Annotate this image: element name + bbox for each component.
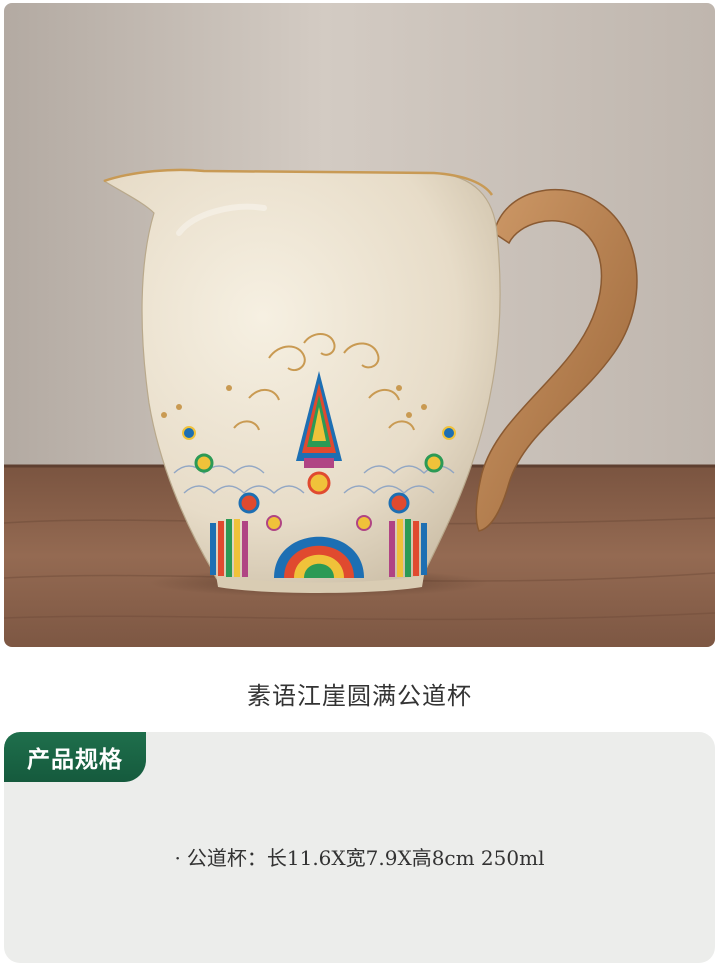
spec-text: 公道杯：长11.6X宽7.9X高8cm 250ml [186, 846, 545, 870]
product-photo [4, 3, 715, 647]
spec-bullet: · [174, 846, 181, 870]
pitcher-icon [4, 3, 715, 647]
spec-line: · 公道杯：长11.6X宽7.9X高8cm 250ml [4, 842, 715, 871]
product-title: 素语江崖圆满公道杯 [247, 682, 472, 710]
product-detail-page: 素语江崖圆满公道杯 产品规格 · 公道杯：长11.6X宽7.9X高8cm 250m… [0, 0, 719, 967]
spec-tab: 产品规格 [4, 732, 146, 782]
spec-tab-label: 产品规格 [27, 747, 123, 773]
spec-card: 产品规格 · 公道杯：长11.6X宽7.9X高8cm 250ml [4, 732, 715, 963]
